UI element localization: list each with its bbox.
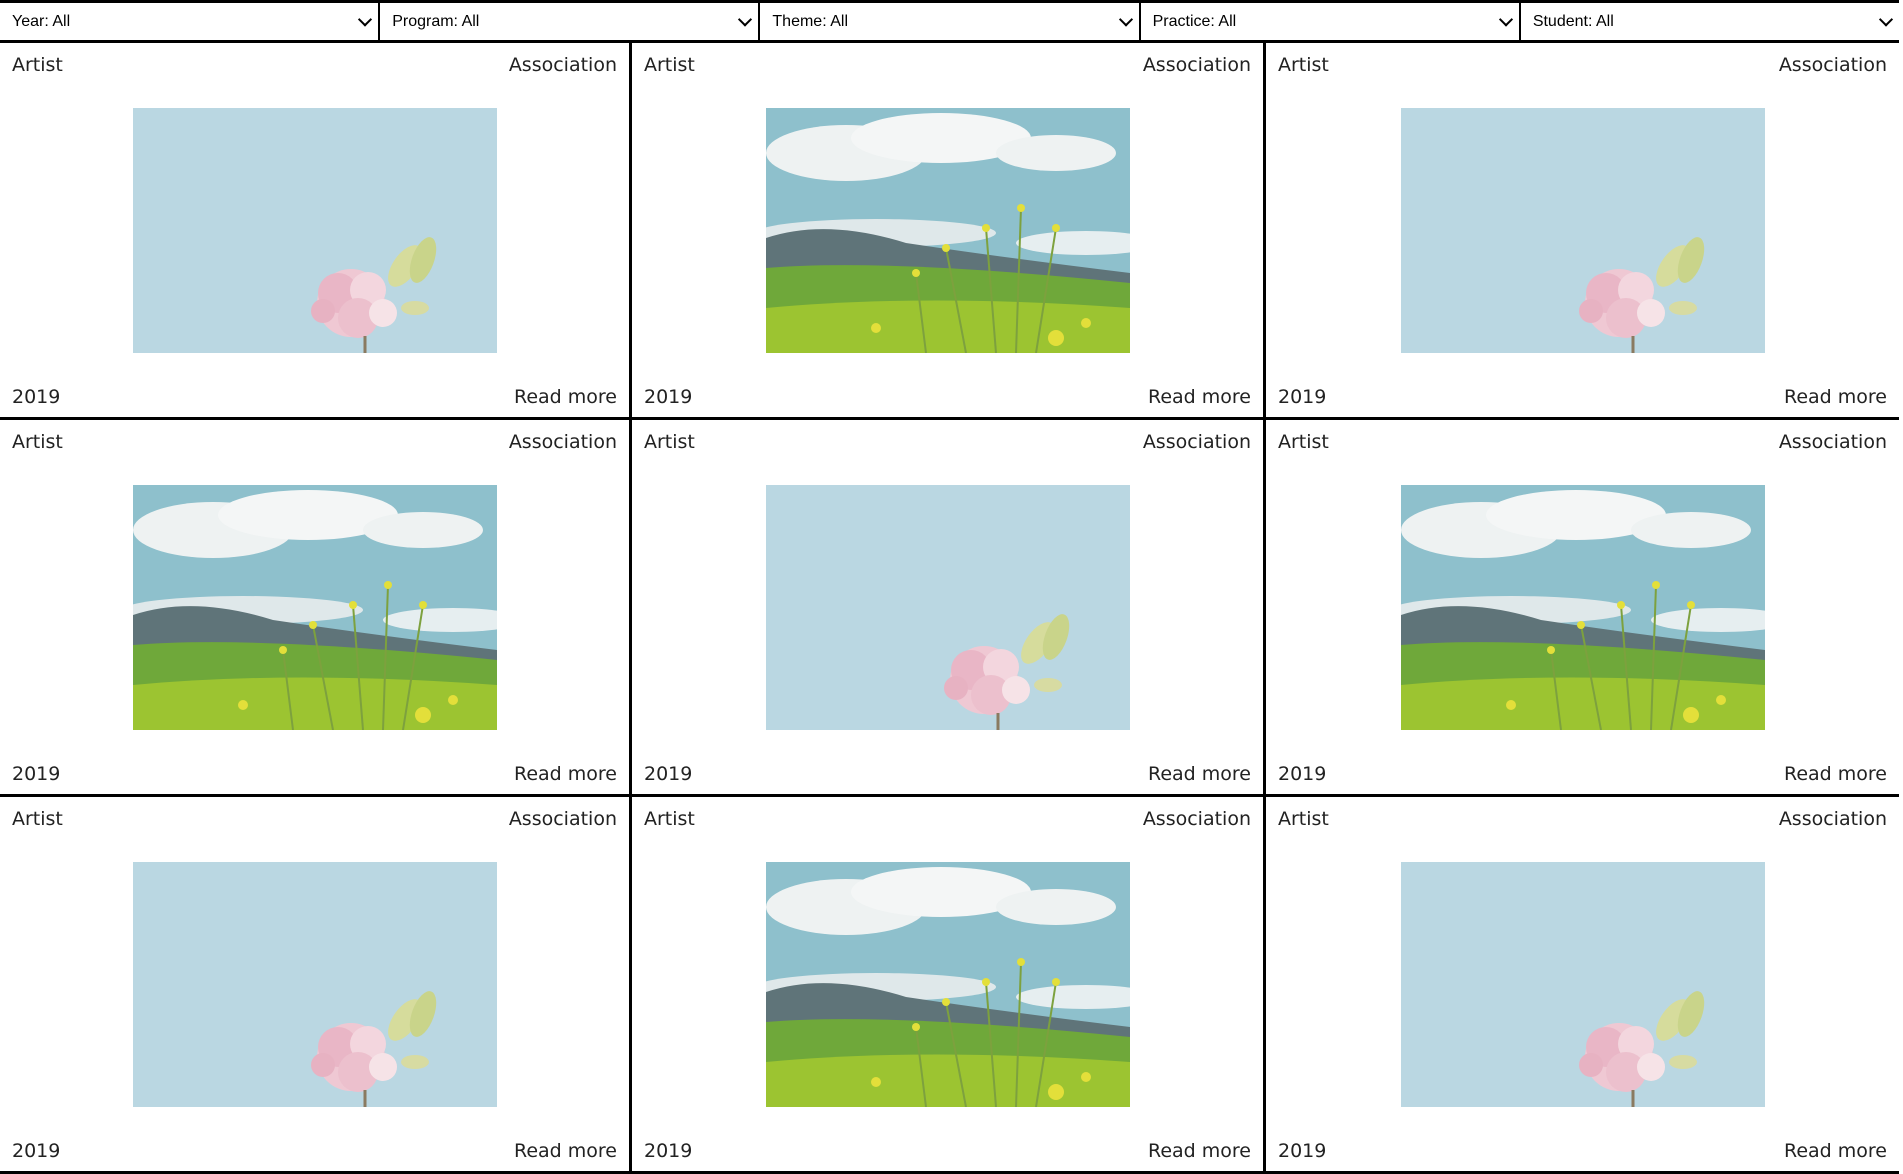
project-card[interactable]: Artist Association 2019 Read more <box>632 43 1266 420</box>
read-more-link[interactable]: Read more <box>1148 763 1251 785</box>
program-filter-label: Program: All <box>392 12 480 30</box>
project-grid: Artist Association 2019 Read more Artist Ass… <box>0 43 1899 1174</box>
card-type: Association <box>508 431 617 453</box>
student-filter-label: Student: All <box>1532 12 1614 30</box>
project-card[interactable]: Artist Association 2019 Read more <box>0 420 632 797</box>
card-category: Artist <box>12 54 63 76</box>
card-type: Association <box>1142 431 1251 453</box>
card-year: 2019 <box>1278 1140 1327 1162</box>
card-type: Association <box>508 808 617 830</box>
flower-image[interactable] <box>132 108 497 353</box>
read-more-link[interactable]: Read more <box>1784 763 1887 785</box>
read-more-link[interactable]: Read more <box>514 763 617 785</box>
theme-filter-select[interactable]: Theme: All <box>760 3 1141 40</box>
project-card[interactable]: Artist Association 2019 Read more <box>632 420 1266 797</box>
card-type: Association <box>1778 808 1887 830</box>
card-category: Artist <box>1278 54 1329 76</box>
card-year: 2019 <box>644 1140 693 1162</box>
year-filter-select[interactable]: Year: All <box>0 3 381 40</box>
card-category: Artist <box>644 808 695 830</box>
card-category: Artist <box>644 54 695 76</box>
flower-image[interactable] <box>1400 108 1765 353</box>
read-more-link[interactable]: Read more <box>1784 386 1887 408</box>
card-category: Artist <box>12 431 63 453</box>
card-category: Artist <box>12 808 63 830</box>
field-image[interactable] <box>1400 485 1765 730</box>
card-category: Artist <box>1278 431 1329 453</box>
chevron-down-icon <box>1118 11 1133 27</box>
practice-filter-select[interactable]: Practice: All <box>1141 3 1521 40</box>
theme-filter-label: Theme: All <box>772 12 848 30</box>
project-card[interactable]: Artist Association 2019 Read more <box>632 797 1266 1174</box>
chevron-down-icon <box>1498 11 1513 27</box>
chevron-down-icon <box>738 11 753 27</box>
card-year: 2019 <box>644 763 693 785</box>
project-card[interactable]: Artist Association 2019 Read more <box>0 797 632 1174</box>
program-filter-select[interactable]: Program: All <box>380 3 761 40</box>
card-type: Association <box>1142 808 1251 830</box>
card-category: Artist <box>1278 808 1329 830</box>
card-year: 2019 <box>1278 386 1327 408</box>
card-year: 2019 <box>12 1140 61 1162</box>
read-more-link[interactable]: Read more <box>514 1140 617 1162</box>
practice-filter-label: Practice: All <box>1152 12 1237 30</box>
card-year: 2019 <box>1278 763 1327 785</box>
chevron-down-icon <box>358 11 373 27</box>
project-card[interactable]: Artist Association 2019 Read more <box>1266 797 1899 1174</box>
flower-image[interactable] <box>765 485 1130 730</box>
project-card[interactable]: Artist Association 2019 Read more <box>1266 420 1899 797</box>
student-filter-select[interactable]: Student: All <box>1521 3 1899 40</box>
card-year: 2019 <box>12 763 61 785</box>
card-type: Association <box>508 54 617 76</box>
card-type: Association <box>1778 54 1887 76</box>
field-image[interactable] <box>765 108 1130 353</box>
card-type: Association <box>1142 54 1251 76</box>
filter-bar: Year: All Program: All Theme: All Practi… <box>0 0 1899 43</box>
project-card[interactable]: Artist Association 2019 Read more <box>1266 43 1899 420</box>
card-year: 2019 <box>644 386 693 408</box>
year-filter-label: Year: All <box>12 12 71 30</box>
field-image[interactable] <box>132 485 497 730</box>
read-more-link[interactable]: Read more <box>514 386 617 408</box>
field-image[interactable] <box>765 862 1130 1107</box>
flower-image[interactable] <box>1400 862 1765 1107</box>
flower-image[interactable] <box>132 862 497 1107</box>
read-more-link[interactable]: Read more <box>1784 1140 1887 1162</box>
card-category: Artist <box>644 431 695 453</box>
card-year: 2019 <box>12 386 61 408</box>
card-type: Association <box>1778 431 1887 453</box>
read-more-link[interactable]: Read more <box>1148 386 1251 408</box>
chevron-down-icon <box>1878 11 1894 27</box>
project-card[interactable]: Artist Association 2019 Read more <box>0 43 632 420</box>
read-more-link[interactable]: Read more <box>1148 1140 1251 1162</box>
